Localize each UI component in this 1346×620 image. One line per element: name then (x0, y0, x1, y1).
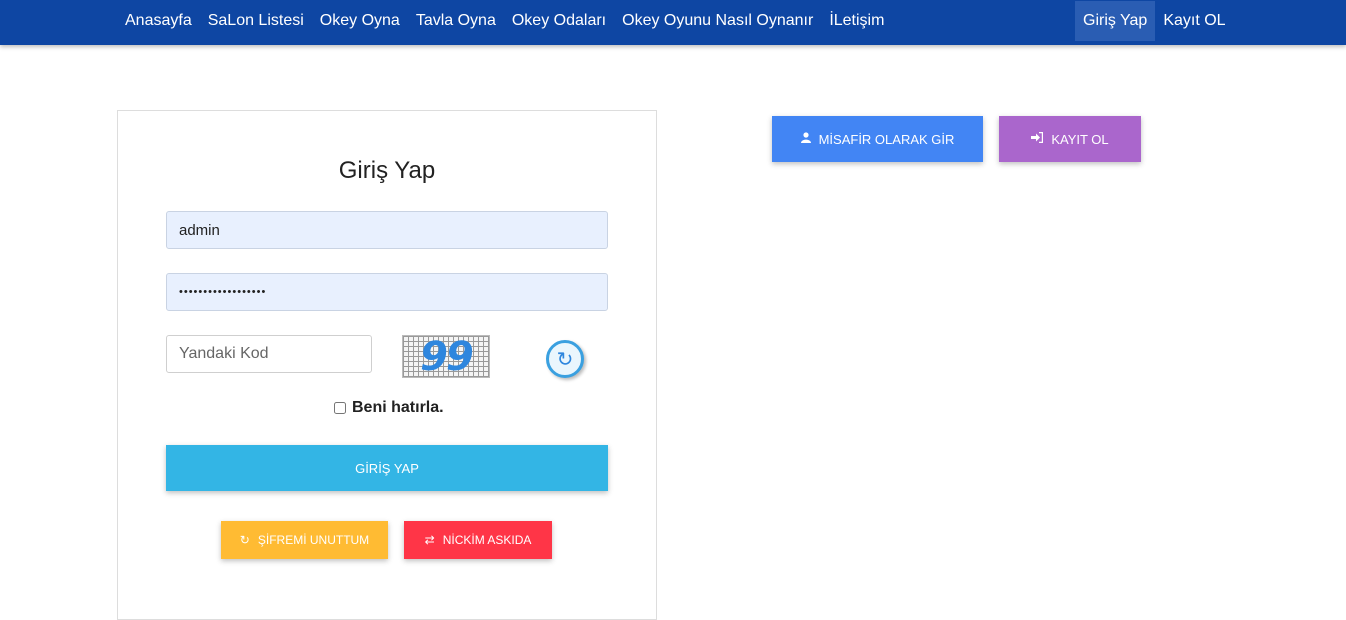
captcha-code: 99 (420, 333, 474, 380)
nav-link-play-tavla[interactable]: Tavla Oyna (408, 0, 504, 41)
forgot-password-label: ŞİFREMİ UNUTTUM (257, 533, 370, 547)
nav-link-okey-rooms[interactable]: Okey Odaları (504, 0, 614, 41)
captcha-input[interactable] (166, 335, 372, 373)
nav-link-salon-list[interactable]: SaLon Listesi (200, 0, 312, 41)
nav-link-play-okey[interactable]: Okey Oyna (312, 0, 408, 41)
login-button[interactable]: GİRİŞ YAP (166, 445, 608, 491)
nav-account-links: Giriş Yap Kayıt OL (1075, 1, 1234, 41)
sign-in-icon (1031, 131, 1044, 146)
forgot-password-button[interactable]: ↻ ŞİFREMİ UNUTTUM (221, 521, 388, 559)
guest-login-button[interactable]: MİSAFİR OLARAK GİR (772, 116, 983, 162)
register-label: KAYIT OL (1051, 131, 1109, 147)
nick-suspended-label: NİCKİM ASKIDA (442, 533, 532, 547)
nick-suspended-button[interactable]: ⇄ NİCKİM ASKIDA (404, 521, 552, 559)
sync-icon: ⇄ (424, 533, 435, 547)
nav-link-home[interactable]: Anasayfa (117, 0, 200, 41)
register-button[interactable]: KAYIT OL (999, 116, 1141, 162)
captcha-refresh-icon[interactable]: ↻ (546, 340, 584, 378)
remember-label: Beni hatırla. (352, 399, 444, 416)
nav-link-register[interactable]: Kayıt OL (1155, 1, 1233, 42)
login-title: Giriş Yap (338, 157, 436, 184)
user-icon (800, 132, 811, 146)
username-field[interactable]: admin (166, 211, 608, 249)
remember-me[interactable]: Beni hatırla. (334, 399, 444, 417)
guest-login-label: MİSAFİR OLARAK GİR (818, 131, 955, 147)
password-field[interactable]: •••••••••••••••••• (166, 273, 608, 311)
captcha-image: 99 (402, 335, 490, 378)
nav-link-how-to-play[interactable]: Okey Oyunu Nasıl Oynanır (614, 0, 821, 41)
nav-link-contact[interactable]: İLetişim (821, 0, 892, 41)
nav-link-login[interactable]: Giriş Yap (1075, 1, 1156, 41)
refresh-icon: ↻ (239, 533, 250, 547)
login-button-label: GİRİŞ YAP (355, 460, 419, 476)
nav-main-links: Anasayfa SaLon Listesi Okey Oyna Tavla O… (117, 0, 892, 41)
top-navbar: Anasayfa SaLon Listesi Okey Oyna Tavla O… (0, 0, 1346, 45)
remember-checkbox[interactable] (334, 402, 346, 414)
